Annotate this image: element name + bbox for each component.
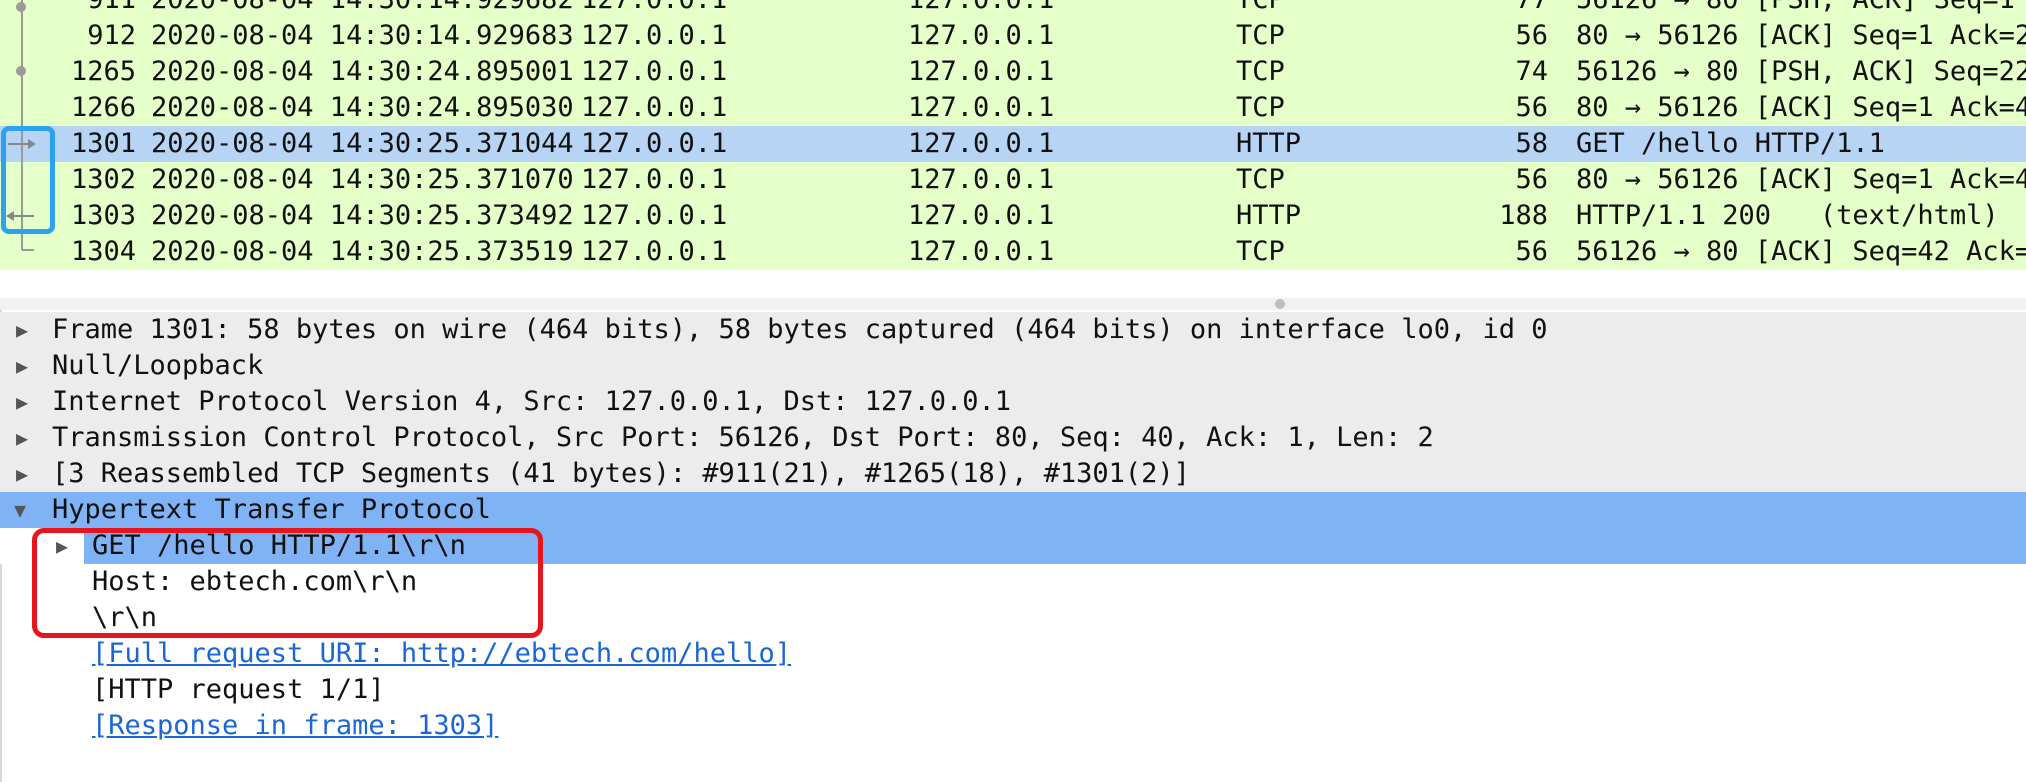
packet-length: 56	[1515, 236, 1548, 267]
packet-row[interactable]: 1302 2020-08-04 14:30:25.371070 127.0.0.…	[0, 162, 2026, 198]
packet-length: 56	[1515, 92, 1548, 123]
detail-reassembled[interactable]: ▶ [3 Reassembled TCP Segments (41 bytes)…	[0, 456, 2026, 492]
packet-length: 56	[1515, 164, 1548, 195]
full-uri-link[interactable]: [Full request URI: http://ebtech.com/hel…	[92, 636, 791, 672]
triangle-right-icon[interactable]: ▶	[16, 420, 28, 456]
detail-text: [HTTP request 1/1]	[92, 674, 385, 705]
annotation-highlight-box	[32, 528, 543, 638]
packet-list: 911 2020-08-04 14:30:14.929682 127.0.0.1…	[0, 0, 2026, 298]
packet-info: GET /hello HTTP/1.1	[1576, 128, 1885, 159]
detail-response-in[interactable]: [Response in frame: 1303]	[0, 708, 2026, 744]
related-packet-dot	[16, 66, 26, 76]
packet-length: 74	[1515, 56, 1548, 87]
packet-info: 56126 → 80 [PSH, ACK] Seq=1 A	[1576, 0, 2026, 18]
triangle-right-icon[interactable]: ▶	[16, 384, 28, 420]
triangle-right-icon[interactable]: ▶	[16, 348, 28, 384]
packet-length: 77	[0, 0, 1548, 18]
packet-info: 80 → 56126 [ACK] Seq=1 Ack=42	[1576, 164, 2026, 195]
detail-text: Hypertext Transfer Protocol	[52, 494, 491, 525]
packet-info: HTTP/1.1 200 (text/html)	[1576, 200, 1999, 231]
splitter-handle[interactable]	[1275, 299, 1285, 309]
detail-null-loopback[interactable]: ▶ Null/Loopback	[0, 348, 2026, 384]
triangle-right-icon[interactable]: ▶	[16, 312, 28, 348]
detail-tcp[interactable]: ▶ Transmission Control Protocol, Src Por…	[0, 420, 2026, 456]
detail-full-uri[interactable]: [Full request URI: http://ebtech.com/hel…	[0, 636, 2026, 672]
detail-http[interactable]: ▼ Hypertext Transfer Protocol	[0, 492, 2026, 528]
packet-row-selected[interactable]: 1301 2020-08-04 14:30:25.371044 127.0.0.…	[0, 126, 2026, 162]
packet-row[interactable]: 912 2020-08-04 14:30:14.929683 127.0.0.1…	[0, 18, 2026, 54]
conversation-end-icon	[21, 236, 34, 251]
triangle-down-icon[interactable]: ▼	[14, 492, 26, 528]
packet-info: 56126 → 80 [PSH, ACK] Seq=22	[1576, 56, 2026, 87]
packet-row[interactable]: 911 2020-08-04 14:30:14.929682 127.0.0.1…	[0, 0, 2026, 18]
packet-length: 188	[1499, 200, 1548, 231]
packet-info: 56126 → 80 [ACK] Seq=42 Ack=1	[1576, 236, 2026, 267]
packet-row[interactable]: 1303 2020-08-04 14:30:25.373492 127.0.0.…	[0, 198, 2026, 234]
packet-row[interactable]: 1304 2020-08-04 14:30:25.373519 127.0.0.…	[0, 234, 2026, 270]
detail-ip[interactable]: ▶ Internet Protocol Version 4, Src: 127.…	[0, 384, 2026, 420]
packet-info: 80 → 56126 [ACK] Seq=1 Ack=40	[1576, 92, 2026, 123]
detail-text: Transmission Control Protocol, Src Port:…	[52, 422, 1434, 453]
packet-length: 58	[1515, 128, 1548, 159]
detail-text: Frame 1301: 58 bytes on wire (464 bits),…	[52, 314, 1548, 345]
triangle-right-icon[interactable]: ▶	[16, 456, 28, 492]
detail-request-number[interactable]: [HTTP request 1/1]	[0, 672, 2026, 708]
detail-text: [3 Reassembled TCP Segments (41 bytes): …	[52, 458, 1190, 489]
packet-row[interactable]: 1266 2020-08-04 14:30:24.895030 127.0.0.…	[0, 90, 2026, 126]
detail-frame[interactable]: ▶ Frame 1301: 58 bytes on wire (464 bits…	[0, 312, 2026, 348]
packet-row[interactable]: 1265 2020-08-04 14:30:24.895001 127.0.0.…	[0, 54, 2026, 90]
packet-length: 56	[1515, 20, 1548, 51]
detail-text: Internet Protocol Version 4, Src: 127.0.…	[52, 386, 1012, 417]
annotation-highlight-box	[1, 126, 55, 234]
detail-text: Null/Loopback	[52, 350, 264, 381]
response-frame-link[interactable]: [Response in frame: 1303]	[92, 708, 498, 744]
packet-info: 80 → 56126 [ACK] Seq=1 Ack=22	[1576, 20, 2026, 51]
related-packet-dot	[16, 2, 26, 12]
